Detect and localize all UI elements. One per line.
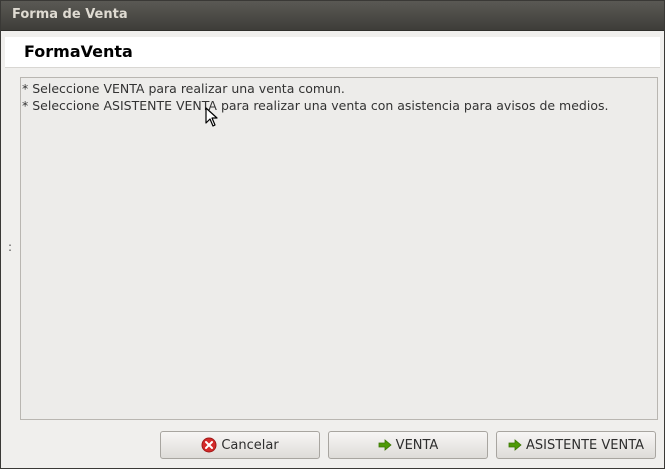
asistente-venta-button[interactable]: ASISTENTE VENTA — [496, 431, 656, 459]
title-bar[interactable]: Forma de Venta — [1, 1, 664, 31]
message-line: * Seleccione ASISTENTE VENTA para realiz… — [22, 98, 609, 113]
mouse-pointer-icon — [205, 107, 218, 127]
cancel-button[interactable]: Cancelar — [160, 431, 320, 459]
dialog-window: Forma de Venta FormaVenta : * Seleccione… — [0, 0, 665, 469]
cancel-icon — [201, 437, 217, 453]
arrow-right-icon — [378, 439, 392, 451]
resize-handle[interactable]: : — [8, 241, 12, 253]
message-line: * Seleccione VENTA para realizar una ven… — [22, 81, 345, 96]
message-panel: * Seleccione VENTA para realizar una ven… — [20, 77, 658, 420]
asistente-venta-button-label: ASISTENTE VENTA — [525, 437, 645, 453]
form-header: FormaVenta — [5, 37, 660, 68]
window-title: Forma de Venta — [12, 7, 128, 22]
cancel-button-label: Cancelar — [221, 437, 279, 453]
venta-button[interactable]: VENTA — [328, 431, 488, 459]
arrow-right-icon — [508, 439, 522, 451]
venta-button-label: VENTA — [395, 437, 439, 453]
form-title: FormaVenta — [24, 42, 133, 61]
